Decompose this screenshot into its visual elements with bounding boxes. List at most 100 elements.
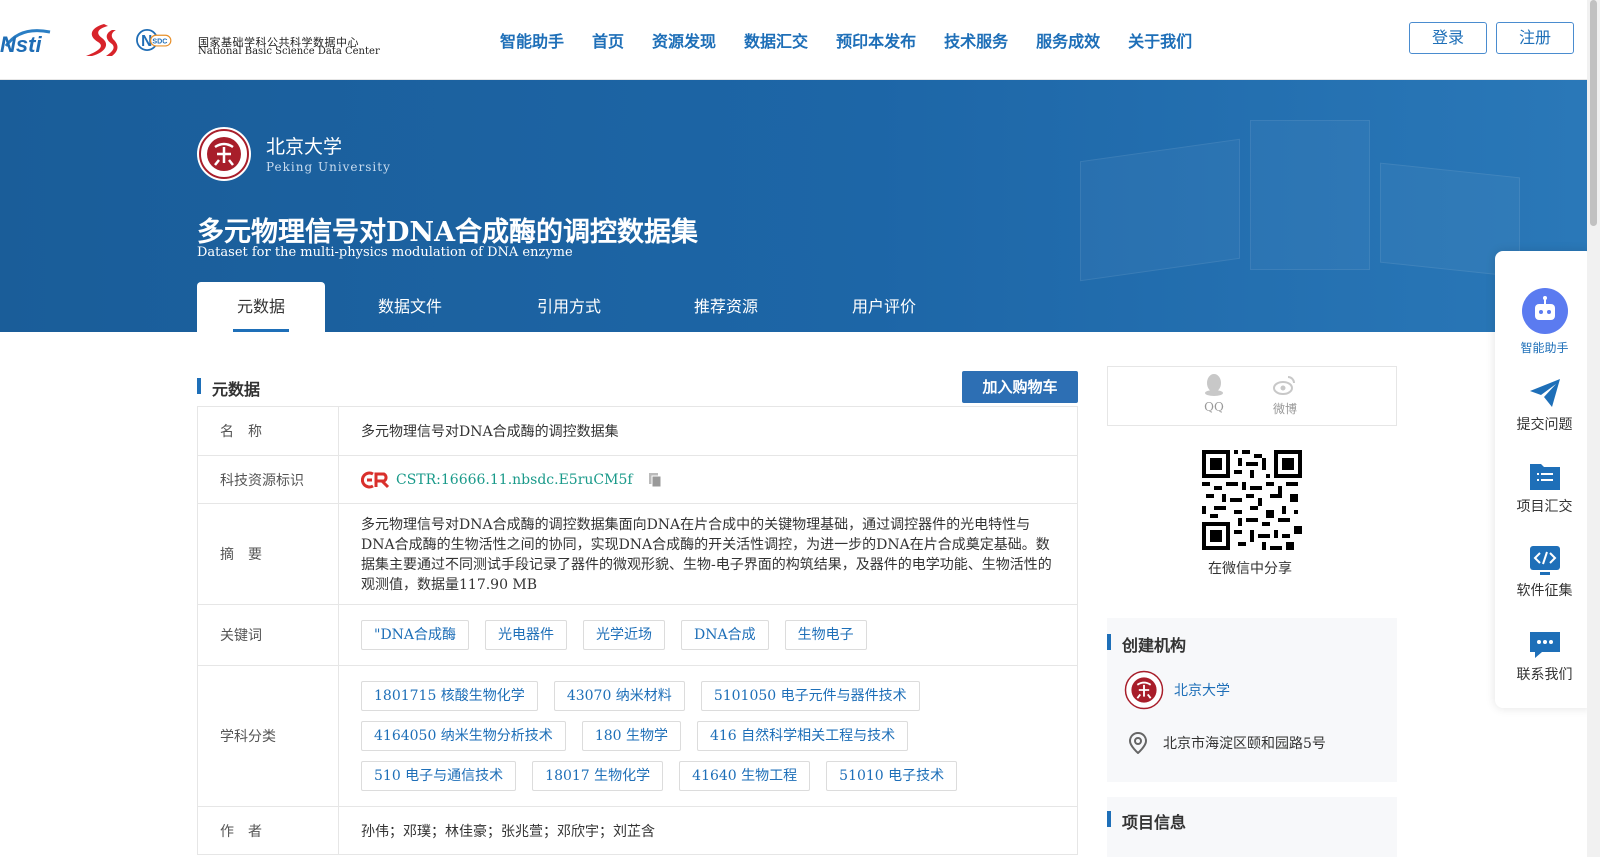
table-row: 名 称 多元物理信号对DNA合成酶的调控数据集 (197, 407, 1078, 456)
share-qq-label: QQ (1204, 400, 1224, 414)
subject-row: 4164050 纳米生物分析技术 180 生物学 416 自然科学相关工程与技术 (361, 721, 924, 751)
pku-emblem (197, 127, 251, 181)
keyword-tag[interactable]: DNA合成 (681, 620, 769, 650)
subjects-key: 学科分类 (198, 666, 339, 806)
subject-tag[interactable]: 1801715 核酸生物化学 (361, 681, 538, 711)
table-row: 作 者 孙伟；邓璞；林佳豪；张兆萱；邓欣宇；刘芷含 (197, 807, 1078, 855)
banner-decoration (1250, 120, 1370, 270)
cstr-link[interactable]: CSTR:16666.11.nbsdc.E5ruCM5f (396, 472, 633, 488)
table-row: 科技资源标识 CSTR:16666.11.nbsdc.E5ruCM5f (197, 456, 1078, 504)
keyword-tag[interactable]: "DNA合成酶 (361, 620, 470, 650)
top-navbar: Nsti N SDC 国家基础学科公共科学数据中心 National Basic… (0, 0, 1600, 80)
authors-value: 孙伟；邓璞；林佳豪；张兆萱；邓欣宇；刘芷含 (361, 823, 655, 840)
cas-logo[interactable] (82, 22, 120, 58)
subject-tag[interactable]: 43070 纳米材料 (553, 681, 685, 711)
svg-text:SDC: SDC (152, 38, 167, 46)
dataset-tabs: 元数据 数据文件 引用方式 推荐资源 用户评价 (197, 282, 959, 332)
metadata-table: 名 称 多元物理信号对DNA合成酶的调控数据集 科技资源标识 CSTR:1666… (197, 406, 1078, 855)
paper-plane-icon (1529, 379, 1560, 407)
scrollbar-thumb[interactable] (1590, 0, 1597, 226)
tool-software-collection[interactable]: 软件征集 (1495, 544, 1594, 600)
cstr-icon (361, 471, 390, 488)
share-weibo-label: 微博 (1272, 402, 1297, 416)
copy-icon[interactable] (647, 472, 663, 488)
share-weibo[interactable]: 微博 (1265, 373, 1305, 417)
creator-title: 创建机构 (1107, 632, 1186, 656)
subject-tag[interactable]: 41640 生物工程 (679, 761, 811, 791)
dataset-subtitle: Dataset for the multi-physics modulation… (197, 245, 573, 260)
svg-text:Nsti: Nsti (0, 32, 42, 56)
nav-home[interactable]: 首页 (592, 28, 624, 52)
tool-submit-issue[interactable]: 提交问题 (1495, 376, 1594, 434)
floating-toolbar: 智能助手 提交问题 项目汇交 软件征集 联系我们 (1495, 251, 1594, 708)
tool-label: 联系我们 (1516, 667, 1573, 683)
tool-label: 智能助手 (1520, 341, 1569, 355)
subject-tag[interactable]: 51010 电子技术 (826, 761, 958, 791)
tab-data-files[interactable]: 数据文件 (325, 282, 495, 332)
keyword-tag[interactable]: 光学近场 (583, 620, 666, 650)
keywords-cell: "DNA合成酶 光电器件 光学近场 DNA合成 生物电子 (339, 605, 1077, 665)
share-qq[interactable]: QQ (1194, 373, 1234, 414)
subject-tag[interactable]: 510 电子与通信技术 (361, 761, 517, 791)
subject-row: 1801715 核酸生物化学 43070 纳米材料 5101050 电子元件与器件技… (361, 681, 936, 711)
tab-user-reviews[interactable]: 用户评价 (809, 282, 959, 332)
name-value: 多元物理信号对DNA合成酶的调控数据集 (361, 424, 619, 440)
table-row: 摘 要 多元物理信号对DNA合成酶的调控数据集面向DNA在片合成中的关键物理基础… (197, 504, 1078, 605)
qr-caption: 在微信中分享 (1208, 561, 1292, 577)
qq-icon (1205, 374, 1223, 396)
nav-service-results[interactable]: 服务成效 (1036, 28, 1100, 52)
cstr-logo[interactable]: Nsti (0, 22, 68, 56)
keywords-key: 关键词 (198, 605, 339, 665)
tab-metadata[interactable]: 元数据 (197, 282, 325, 332)
dataset-title: 多元物理信号对DNA合成酶的调控数据集 (197, 217, 699, 248)
tool-ai-assistant[interactable]: 智能助手 (1495, 287, 1594, 356)
keyword-tag[interactable]: 光电器件 (485, 620, 568, 650)
login-button[interactable]: 登录 (1409, 22, 1487, 54)
nav-tech-service[interactable]: 技术服务 (944, 28, 1008, 52)
metadata-section-title: 元数据 (197, 376, 260, 400)
tab-citation[interactable]: 引用方式 (495, 282, 643, 332)
tool-label: 软件征集 (1516, 583, 1573, 599)
table-row: 学科分类 1801715 核酸生物化学 43070 纳米材料 5101050 电子元… (197, 666, 1078, 807)
subject-tag[interactable]: 5101050 电子元件与器件技术 (700, 681, 920, 711)
pku-emblem-small (1124, 670, 1164, 710)
code-icon (1529, 546, 1560, 575)
subject-tag[interactable]: 18017 生物化学 (532, 761, 664, 791)
subject-tag[interactable]: 180 生物学 (581, 721, 681, 751)
share-box: QQ 微博 (1107, 366, 1397, 426)
cstr-cell: CSTR:16666.11.nbsdc.E5ruCM5f (339, 456, 1077, 503)
creator-address: 北京市海淀区颐和园路5号 (1163, 736, 1326, 752)
tool-label: 项目汇交 (1516, 499, 1573, 515)
subjects-cell: 1801715 核酸生物化学 43070 纳米材料 5101050 电子元件与器件技… (339, 666, 1077, 806)
nav-data-submission[interactable]: 数据汇交 (744, 28, 808, 52)
abstract-key: 摘 要 (198, 504, 339, 604)
location-pin-icon (1128, 732, 1148, 754)
register-button[interactable]: 注册 (1496, 22, 1574, 54)
org-name-en: Peking University (266, 160, 391, 174)
subject-tag[interactable]: 416 自然科学相关工程与技术 (696, 721, 909, 751)
keyword-tag[interactable]: 生物电子 (784, 620, 867, 650)
authors-key: 作 者 (198, 807, 339, 854)
weibo-icon (1273, 376, 1295, 395)
subject-tag[interactable]: 4164050 纳米生物分析技术 (361, 721, 566, 751)
nsdc-logo[interactable]: N SDC (134, 20, 172, 60)
main-nav: 智能助手 首页 资源发现 数据汇交 预印本发布 技术服务 服务成效 关于我们 (500, 28, 1220, 52)
nav-resource-discovery[interactable]: 资源发现 (652, 28, 716, 52)
tab-recommended[interactable]: 推荐资源 (643, 282, 809, 332)
abstract-value: 多元物理信号对DNA合成酶的调控数据集面向DNA在片合成中的关键物理基础，通过调… (361, 517, 1052, 593)
nsdc-name-en: National Basic Science Data Center (198, 46, 380, 57)
nav-about[interactable]: 关于我们 (1128, 28, 1192, 52)
tool-project-submission[interactable]: 项目汇交 (1495, 460, 1594, 516)
subject-row: 510 电子与通信技术 18017 生物化学 41640 生物工程 51010 电子技… (361, 761, 973, 791)
wechat-qr-code (1202, 450, 1302, 550)
name-key: 名 称 (198, 407, 339, 455)
chat-icon (1529, 632, 1560, 658)
nav-preprint[interactable]: 预印本发布 (836, 28, 916, 52)
tool-contact-us[interactable]: 联系我们 (1495, 628, 1594, 684)
table-row: 关键词 "DNA合成酶 光电器件 光学近场 DNA合成 生物电子 (197, 605, 1078, 666)
cstr-key: 科技资源标识 (198, 456, 339, 503)
creator-org-link[interactable]: 北京大学 (1174, 680, 1230, 700)
robot-icon (1521, 288, 1568, 334)
add-to-cart-button[interactable]: 加入购物车 (962, 371, 1078, 403)
nav-ai-assistant[interactable]: 智能助手 (500, 28, 564, 52)
